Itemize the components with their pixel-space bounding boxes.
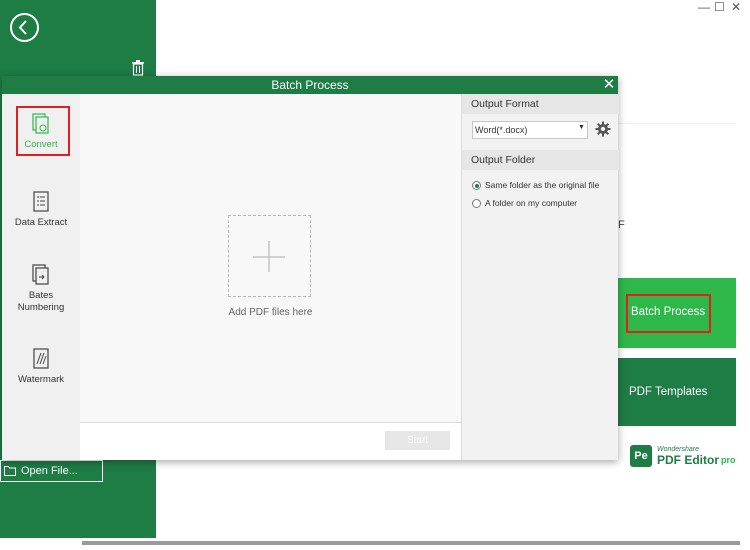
settings-panel: Output Format Word(*.docx) ▼ Output Fold… xyxy=(461,94,619,460)
output-format-select[interactable]: Word(*.docx) ▼ xyxy=(472,121,588,139)
output-format-heading: Output Format xyxy=(462,94,619,114)
tool-bates-numbering[interactable]: Bates Numbering xyxy=(2,264,80,314)
minimize-button[interactable]: — xyxy=(698,0,710,14)
tool-data-extract[interactable]: Data Extract xyxy=(2,191,80,228)
output-format-value: Word(*.docx) xyxy=(475,125,528,135)
add-files-button[interactable] xyxy=(228,215,311,297)
back-button[interactable] xyxy=(10,13,39,42)
chevron-down-icon: ▼ xyxy=(578,124,585,131)
close-app-button[interactable]: ✕ xyxy=(731,0,741,14)
file-drop-area[interactable] xyxy=(80,94,461,422)
tool-bates-numbering-label: Bates Numbering xyxy=(17,290,65,313)
gear-icon[interactable] xyxy=(595,121,611,137)
open-file-button[interactable]: Open File... xyxy=(0,460,103,482)
tool-watermark[interactable]: Watermark xyxy=(2,348,80,385)
maximize-button[interactable]: ☐ xyxy=(714,0,725,14)
chevron-left-icon xyxy=(18,20,27,35)
radio-button-selected[interactable] xyxy=(472,181,481,190)
brand-product: PDF Editor xyxy=(657,453,719,467)
drop-hint: Add PDF files here xyxy=(228,307,313,318)
brand-logo: Pe Wondershare PDF Editor pro xyxy=(630,445,738,469)
batch-process-dialog: Batch Process ✕ Convert Data Extract Bat… xyxy=(2,76,619,460)
brand-edition: pro xyxy=(721,455,736,465)
pdf-templates-label: PDF Templates xyxy=(629,386,708,398)
radio-same-folder-label: Same folder as the original file xyxy=(485,180,600,190)
folder-icon xyxy=(4,466,16,476)
window-controls: — ☐ ✕ xyxy=(690,0,750,18)
dialog-action-bar: Start xyxy=(80,422,461,460)
convert-highlight-box xyxy=(16,106,70,156)
card-partial-label: F xyxy=(618,219,625,231)
open-file-label: Open File... xyxy=(21,465,78,477)
plus-icon xyxy=(253,241,285,272)
dialog-title: Batch Process xyxy=(271,78,349,92)
watermark-icon xyxy=(33,348,49,369)
pe-logo-icon: Pe xyxy=(630,445,652,467)
tool-watermark-label: Watermark xyxy=(17,374,65,385)
bates-numbering-icon xyxy=(32,264,49,285)
tool-data-extract-label: Data Extract xyxy=(14,217,68,228)
convert-pdf-card[interactable] xyxy=(618,123,736,269)
brand-company: Wondershare xyxy=(657,446,700,453)
horizontal-scrollbar[interactable] xyxy=(82,541,740,545)
data-extract-icon xyxy=(33,191,49,212)
start-button[interactable]: Start xyxy=(385,431,450,450)
close-icon[interactable]: ✕ xyxy=(600,76,618,94)
output-folder-heading: Output Folder xyxy=(462,150,619,170)
radio-computer-folder-label: A folder on my computer xyxy=(485,198,578,208)
radio-button[interactable] xyxy=(472,199,481,208)
batch-process-highlight-box xyxy=(626,294,711,333)
trash-icon[interactable] xyxy=(131,60,145,76)
